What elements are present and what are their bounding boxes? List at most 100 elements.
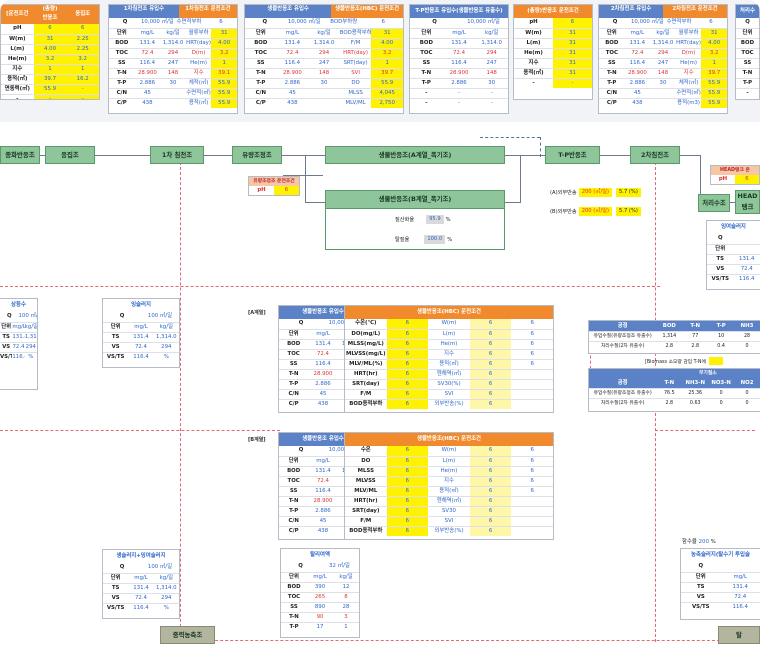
- node-tp-reactor[interactable]: T-P반응조: [545, 146, 600, 164]
- node-flocculation[interactable]: 응집조: [45, 146, 95, 164]
- table-cell: T-P: [289, 381, 299, 387]
- table-row: L(m) 31: [514, 38, 592, 48]
- table-cell: L(m): [442, 458, 456, 464]
- table-cell: 31: [553, 69, 592, 78]
- table-cell: TOC: [254, 50, 267, 56]
- table-cell: 1,314.0: [156, 334, 177, 340]
- table-cell: 131.4: [12, 334, 25, 340]
- table-cell: 수면적부하: [666, 19, 692, 25]
- node-dewatering[interactable]: 탈: [718, 626, 760, 644]
- table-cell: TS: [111, 334, 120, 340]
- table-cell: HRT(day): [343, 50, 368, 56]
- table-cell: 6: [386, 507, 429, 516]
- table-cell: HRT(hr): [354, 371, 378, 377]
- table-row: pH 6 6: [1, 24, 99, 34]
- node-treated-tank[interactable]: 처리수조: [698, 194, 730, 212]
- table-row: VS 72.4: [681, 592, 760, 602]
- node-bioreactor-a[interactable]: 생물반응조(A계열_폭기조): [325, 146, 505, 164]
- node-bioreactor-b[interactable]: 생물반응조(B계열_폭기조): [326, 191, 504, 209]
- table-row: F/M 6 SVI 6: [345, 516, 553, 526]
- table-cell: -: [458, 100, 460, 106]
- table-cell: 25.36: [688, 391, 703, 396]
- table-row: TS 131.4 1,314.0: [103, 583, 179, 593]
- table-cell: 6: [469, 467, 512, 476]
- table-cell: 72.4: [740, 266, 753, 272]
- table-cell: mg/L: [12, 324, 25, 330]
- table-row: W(m) 31: [514, 28, 592, 38]
- table-cell: 45: [143, 90, 151, 96]
- table-row: SS 116.4 247 SRT(day) 1: [245, 58, 403, 68]
- table-cell: 단위: [110, 324, 121, 330]
- table-cell: 6: [469, 517, 512, 526]
- table-row: TOC 72.4 294 D(m) 3.2: [109, 48, 237, 58]
- table-cell: [308, 89, 340, 98]
- process-screen: { "top_tables":[ {"id":"t1","head":[{"t"…: [0, 0, 760, 670]
- table-cell: T-N: [116, 70, 127, 76]
- feed-label: (A)외부반송: [550, 190, 577, 196]
- table-cell: 39.7: [701, 69, 727, 78]
- table-row: TOC 72.4 294 D(m) 3.2: [599, 48, 727, 58]
- table-cell: 6: [469, 477, 512, 486]
- table-cell: 6: [469, 487, 512, 496]
- table-cell: 31: [553, 59, 592, 68]
- table-cell: 72.4: [316, 478, 329, 484]
- table-cell: T-N: [288, 371, 299, 377]
- table-cell: F/M: [360, 518, 372, 524]
- table-cell: 1: [344, 624, 348, 630]
- table-cell: 6: [386, 360, 429, 369]
- table-cell: 247: [486, 60, 497, 66]
- table-row: 용적(㎥) 31: [514, 68, 592, 78]
- table-cell: 6: [386, 370, 429, 379]
- table-cell: 28.900: [313, 371, 333, 377]
- node-equalization[interactable]: 유량조정조: [232, 146, 282, 164]
- table-cell: 체적(㎥): [678, 80, 699, 86]
- table-cell: BOD용적부하: [349, 528, 383, 534]
- table-cell: [511, 380, 553, 389]
- table-cell: 6: [469, 446, 512, 456]
- table-cell: 131.4: [451, 40, 467, 46]
- node-gravity-thickener[interactable]: 중력농축조: [160, 626, 215, 644]
- table-cell: Q: [122, 19, 128, 25]
- table-cell: He(m): [440, 341, 458, 347]
- table-cell: MLSS(mg/L): [347, 341, 384, 347]
- table-cell: Q: [6, 313, 12, 319]
- line-b-conditions-table: 생물반응조(HBC) 운전조건 수온 6 W(m) 6 6 DO 6 L(m) 6 6 MLSS 6 H…: [344, 432, 554, 540]
- node-head-tank[interactable]: HEAD 탱크: [735, 190, 760, 214]
- node-mixing-reactor[interactable]: 종화반응조: [0, 146, 40, 164]
- table-cell: mg/L: [285, 30, 300, 36]
- table-cell: 3.2: [701, 49, 727, 58]
- table-header-row: 공정 BOD T-N T-P NH3: [589, 321, 760, 331]
- table-cell: [511, 527, 553, 536]
- table-cell: 6: [530, 478, 534, 484]
- table-cell: 6: [469, 360, 512, 369]
- table-cell: 294: [486, 50, 497, 56]
- table-cell: 6: [469, 319, 512, 329]
- table-cell: [721, 562, 760, 572]
- table-cell: [650, 99, 676, 108]
- table-row: 단위 mg/L: [681, 572, 760, 582]
- table-cell: 수면적(㎡): [186, 90, 211, 96]
- table-row: TS 131.4: [707, 254, 760, 264]
- table-cell: Q: [612, 19, 618, 25]
- table-cell: 28: [342, 604, 350, 610]
- node-primary-clarifier[interactable]: 1차 침전조: [150, 146, 204, 164]
- table-row: He(m) 3.2 3.2: [1, 54, 99, 64]
- table-row: Q 100 ㎥/일: [0, 312, 37, 322]
- table-cell: 890: [314, 604, 326, 610]
- table-cell: VS: [2, 344, 11, 350]
- table-cell: T-P: [117, 80, 127, 86]
- table-cell: 72.4: [734, 594, 747, 600]
- table-cell: 4,045: [371, 89, 403, 98]
- table-row: VS/TS116.4%: [0, 352, 37, 362]
- table-cell: 28.900: [282, 70, 302, 76]
- table-cell: kg/일: [24, 324, 37, 330]
- node-secondary-clarifier[interactable]: 2차침전조: [630, 146, 680, 164]
- table-cell: 6: [530, 331, 534, 337]
- table-cell: BOD: [605, 40, 619, 46]
- table-row: 단위 mg/L kg/일 BOD용적부하 31: [245, 28, 403, 38]
- table-cell: 100 ㎥/일: [147, 313, 173, 319]
- line-a-tag: [A계열]: [248, 310, 266, 316]
- table-cell: 3: [344, 614, 348, 620]
- table-row: SS 116.4 247: [410, 58, 508, 68]
- table-row: MLV/ML(%) 6 용적(㎥) 6 6: [345, 359, 553, 369]
